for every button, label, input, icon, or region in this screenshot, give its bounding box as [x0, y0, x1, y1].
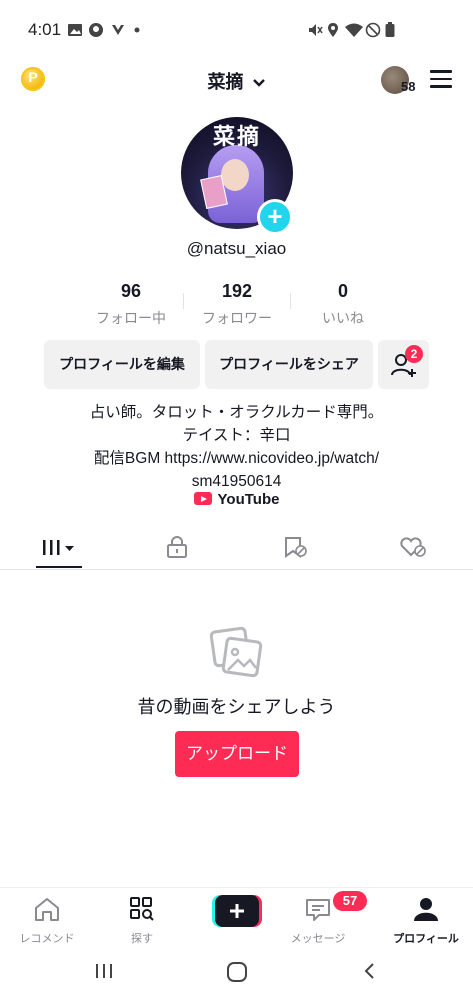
stat-value: 192	[221, 281, 253, 301]
photos-icon	[210, 626, 263, 678]
profile-handle: @natsu_xiao	[186, 239, 287, 258]
stat-value: 96	[120, 281, 142, 301]
bio-line[interactable]: sm41950614	[0, 470, 473, 493]
stat-divider	[183, 293, 184, 309]
home-icon	[35, 898, 59, 921]
youtube-link[interactable]: YouTube	[0, 491, 473, 508]
heart-hidden-icon	[400, 537, 426, 557]
app-notification-icon	[89, 23, 103, 37]
account-name: 菜摘	[207, 72, 244, 92]
nav-home[interactable]: レコメンド	[7, 896, 87, 946]
bio-line: テイスト：辛口	[182, 427, 291, 444]
stat-followers[interactable]: 192 フォロワー	[187, 281, 287, 328]
youtube-label: YouTube	[217, 491, 280, 508]
mute-icon	[309, 24, 323, 36]
message-badge: 57	[333, 891, 367, 911]
battery-icon	[385, 22, 395, 37]
active-tab-indicator	[36, 566, 82, 568]
tab-videos[interactable]	[0, 530, 118, 568]
nav-discover[interactable]: 探す	[102, 896, 182, 946]
tab-liked[interactable]	[354, 530, 472, 568]
nav-profile[interactable]: プロフィール	[386, 896, 466, 946]
upload-button[interactable]: アップロード	[175, 731, 299, 777]
menu-icon[interactable]	[430, 70, 452, 88]
location-icon	[328, 23, 338, 37]
friend-request-badge: 2	[405, 345, 423, 363]
nav-label: プロフィール	[393, 933, 459, 945]
gallery-icon	[68, 24, 82, 36]
edit-profile-button[interactable]: プロフィールを編集	[44, 340, 200, 389]
profile-bio: 占い師。タロット・オラクルカード専門。 テイスト：辛口 配信BGM https:…	[0, 401, 473, 493]
story-count: 58	[401, 79, 416, 94]
back-icon[interactable]	[360, 961, 380, 981]
do-not-disturb-icon	[365, 22, 381, 38]
lock-icon	[167, 536, 187, 558]
stat-likes[interactable]: 0 いいね	[293, 281, 393, 328]
stat-label: フォロワー	[202, 310, 272, 326]
status-time: 4:01	[28, 20, 62, 39]
recent-apps-icon[interactable]	[94, 961, 114, 981]
tab-divider	[0, 569, 473, 570]
nav-label: レコメンド	[19, 933, 75, 945]
share-profile-button[interactable]: プロフィールをシェア	[205, 340, 373, 389]
stat-following[interactable]: 96 フォロー中	[81, 281, 181, 328]
bio-line: 占い師。タロット・オラクルカード専門。	[89, 404, 384, 421]
add-avatar-button[interactable]: +	[257, 199, 293, 235]
stat-divider	[290, 293, 291, 309]
empty-state-title: 昔の動画をシェアしよう	[137, 697, 336, 717]
chevron-down-icon	[252, 79, 265, 87]
tab-private[interactable]	[118, 530, 236, 568]
tab-favorites[interactable]	[236, 530, 354, 568]
avatar-overlay-text: 菜摘	[212, 124, 261, 150]
stat-label: フォロー中	[96, 310, 166, 326]
android-nav-bar	[0, 947, 473, 1000]
add-friend-button[interactable]	[378, 340, 429, 389]
app-notification-icon-2	[112, 25, 124, 35]
create-button[interactable]	[212, 895, 262, 927]
nav-label: 探す	[131, 933, 153, 945]
bookmark-hidden-icon	[285, 537, 307, 558]
bio-line[interactable]: 配信BGM https://www.nicovideo.jp/watch/	[0, 447, 473, 470]
profile-icon	[414, 898, 438, 921]
stat-value: 0	[337, 281, 348, 301]
discover-icon	[130, 897, 154, 921]
stat-label: いいね	[322, 310, 364, 326]
wifi-icon	[345, 23, 363, 37]
home-button-icon[interactable]	[226, 961, 248, 983]
youtube-icon	[193, 492, 212, 505]
status-bar: 4:01	[0, 0, 473, 60]
message-icon	[306, 899, 330, 921]
grid-icon	[43, 540, 74, 555]
more-notifications-icon	[134, 27, 140, 33]
nav-label: メッセージ	[290, 933, 346, 945]
